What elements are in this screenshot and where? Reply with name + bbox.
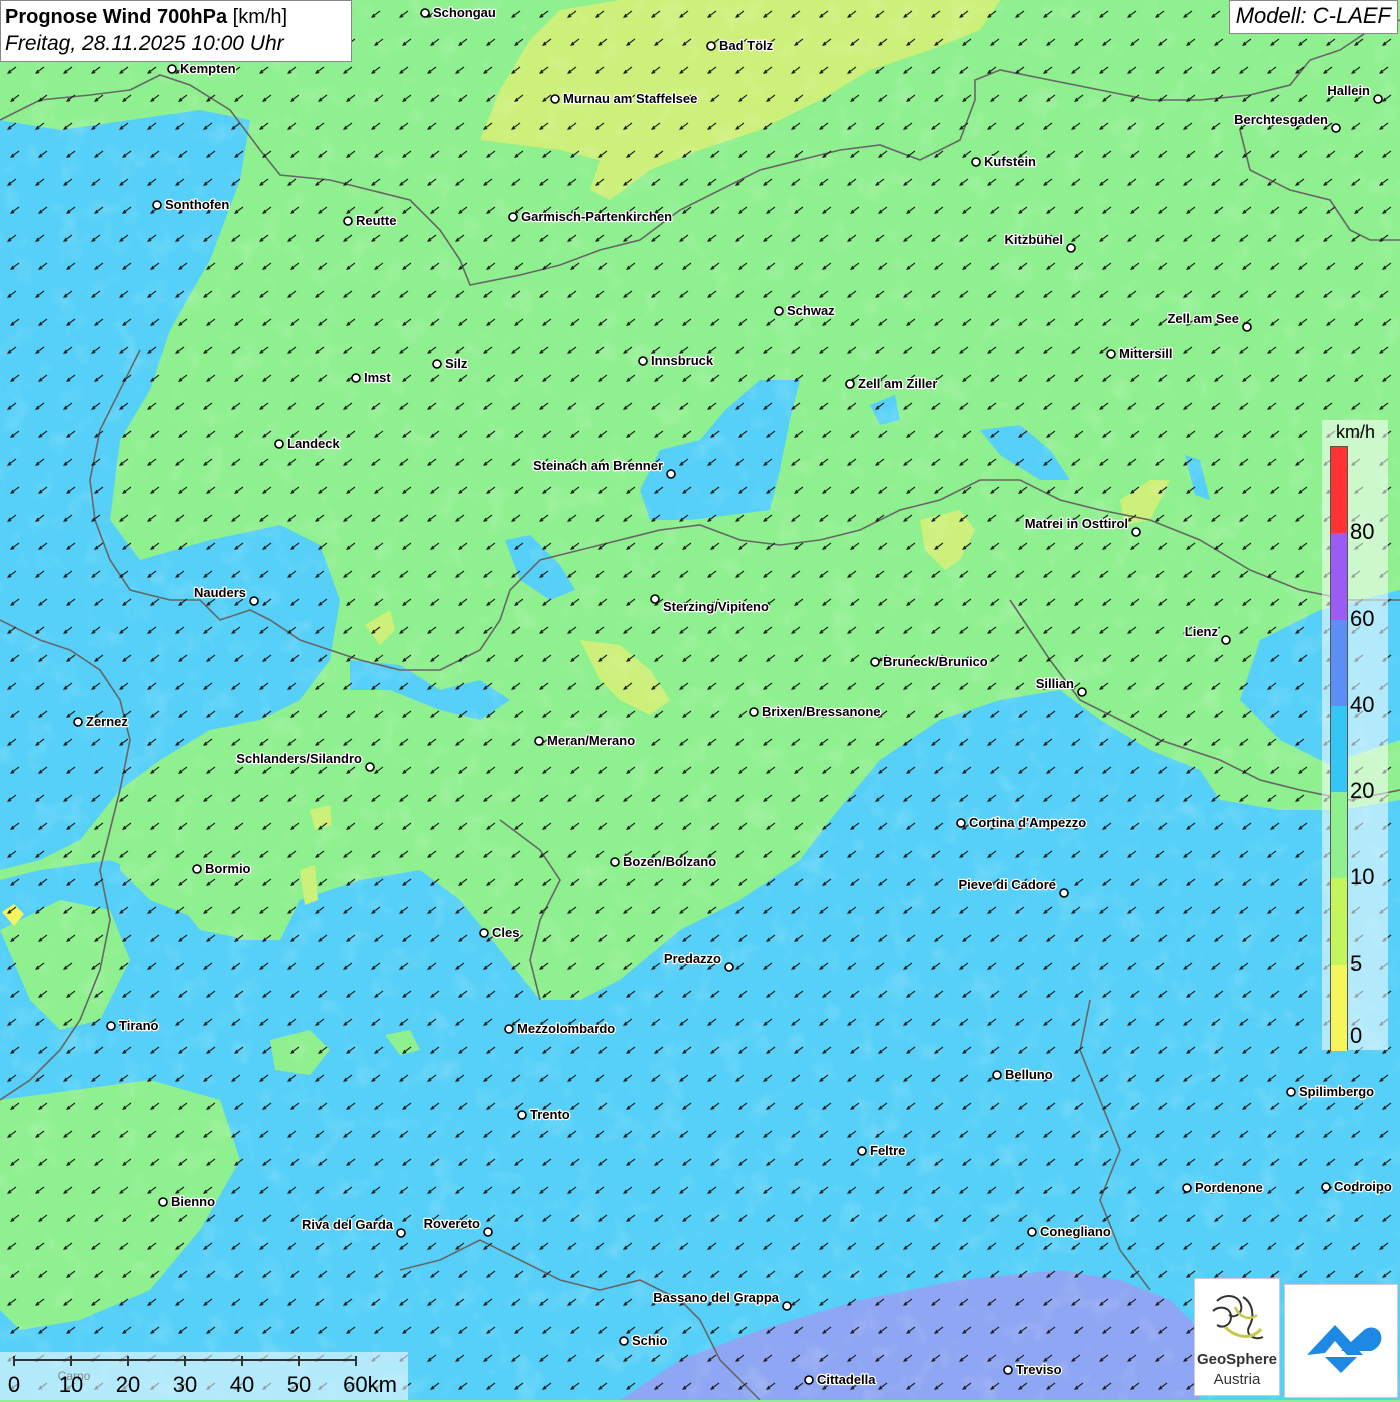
wind-map: SchongauKemptenBad TölzMurnau am Staffel… (0, 0, 1400, 1400)
